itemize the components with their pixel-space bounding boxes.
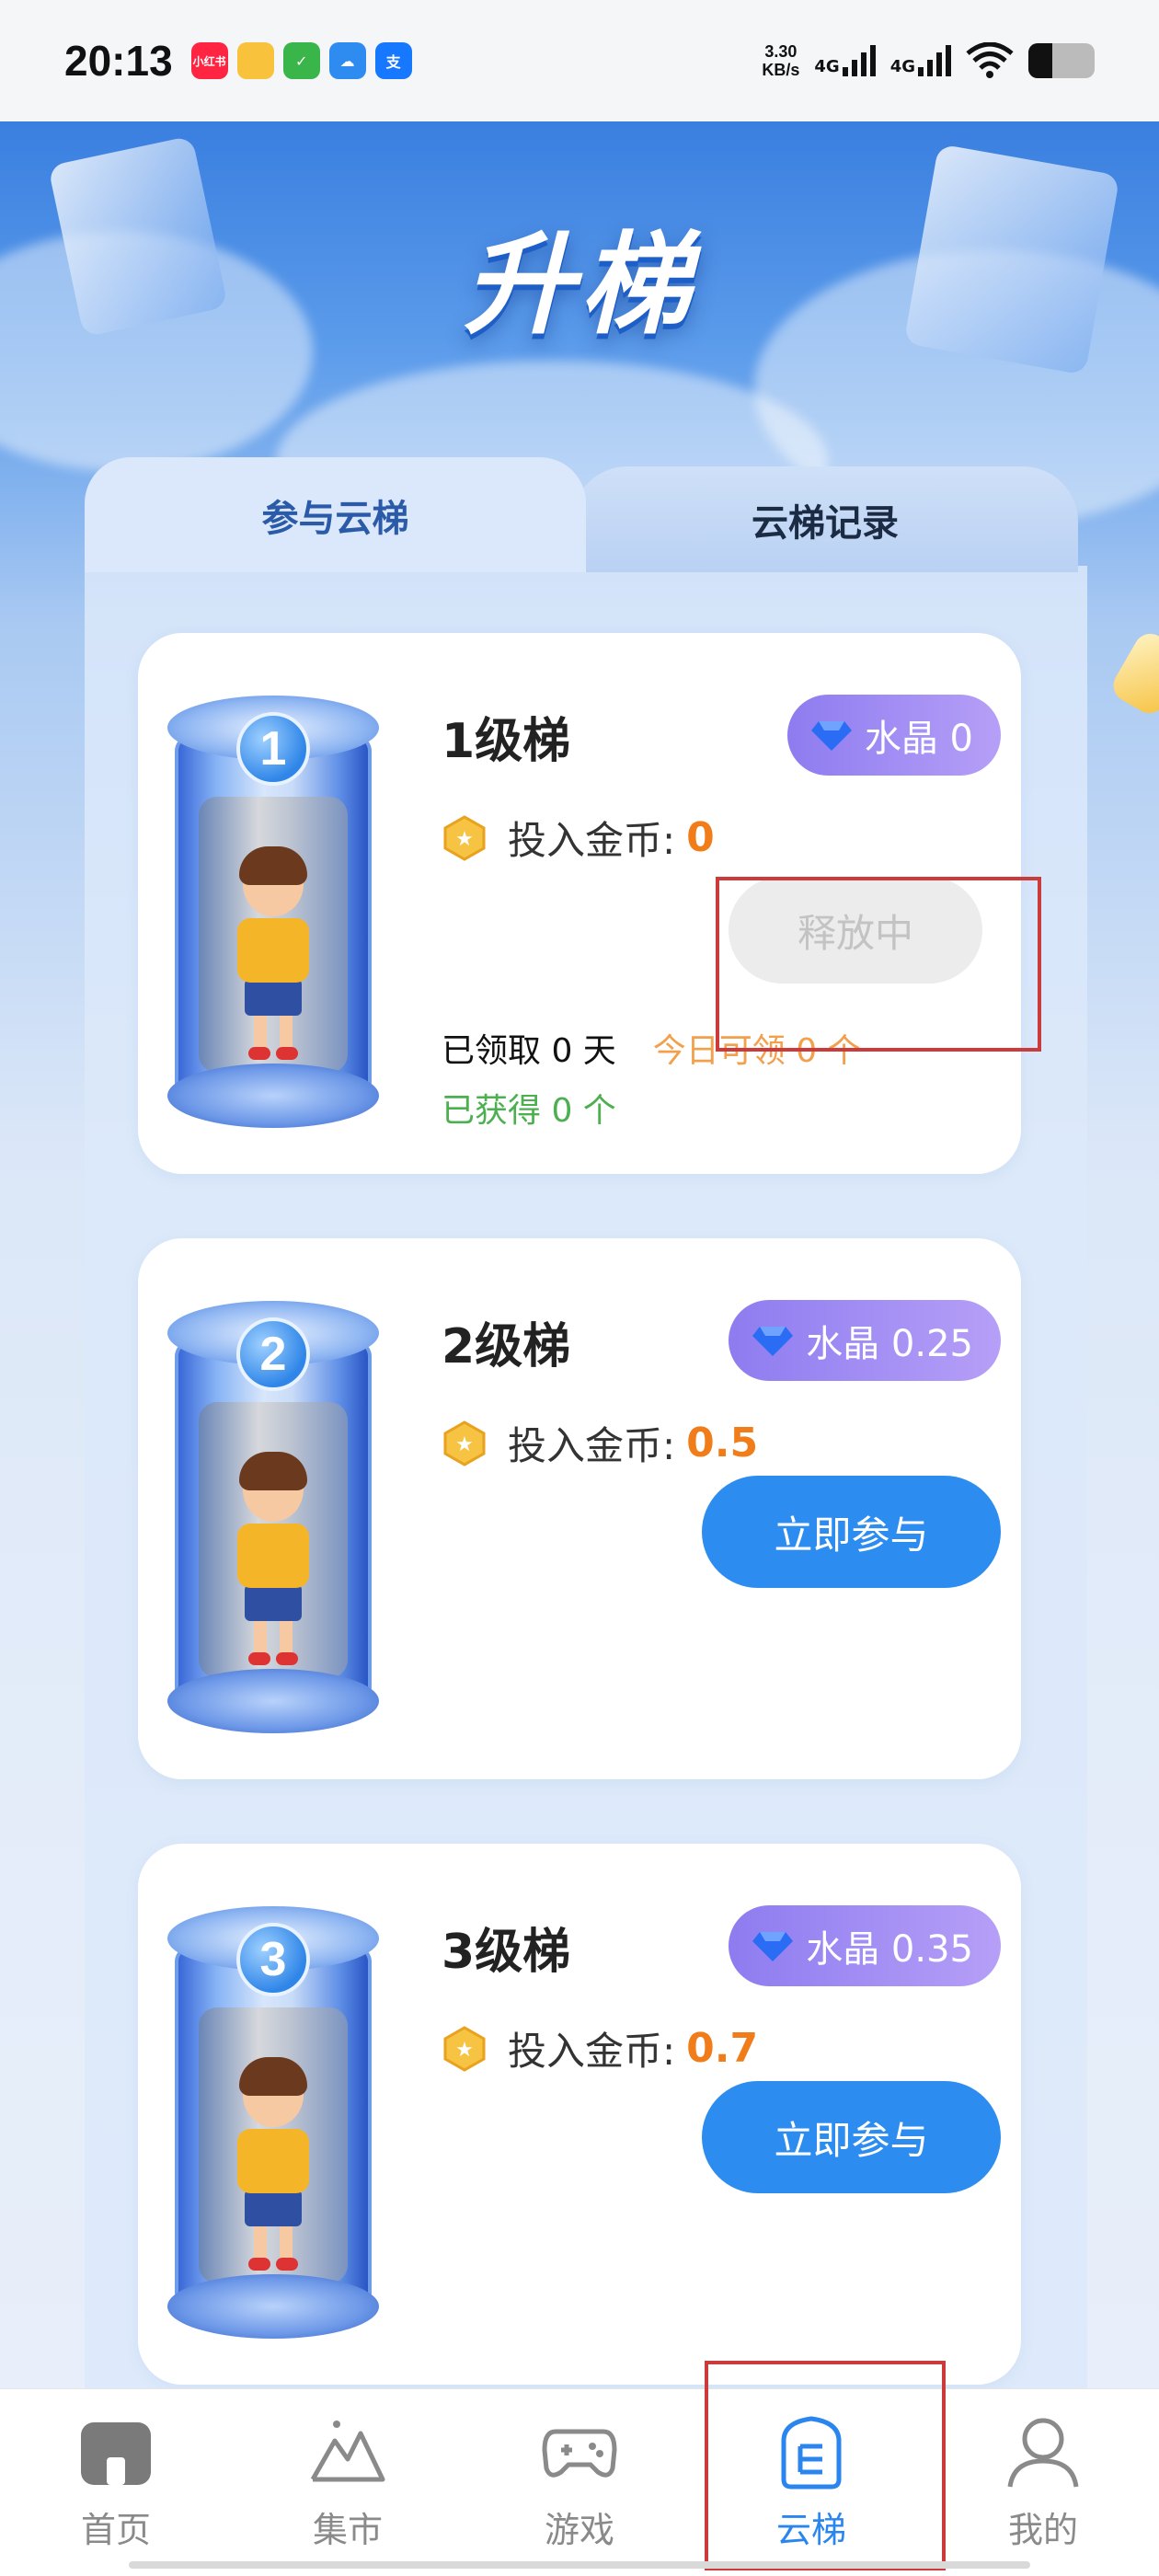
crystal-badge: 水晶 0.35 (729, 1905, 1001, 1986)
xiaohongshu-icon: 小红书 (190, 42, 228, 79)
coin-label: 投入金币: (508, 1423, 676, 1468)
svg-text:★: ★ (455, 828, 474, 851)
page-title: 升梯 (464, 222, 695, 350)
boy-character (232, 1452, 315, 1669)
diamond-icon (752, 1327, 794, 1356)
tab-join-ladder[interactable]: 参与云梯 (85, 457, 586, 572)
signal-1: 4G (814, 45, 876, 76)
coin-value: 0 (686, 814, 715, 861)
coin-row: ★ 投入金币: 0 (442, 810, 715, 866)
home-indicator (129, 2561, 1030, 2569)
boy-character (232, 2057, 315, 2274)
level-number-badge: 3 (236, 1923, 310, 1996)
signal-2-label: 4G (889, 57, 915, 76)
signal-1-label: 4G (814, 57, 840, 76)
status-right: 3.30 KB/s 4G 4G (762, 42, 1095, 79)
nav-profile[interactable]: 我的 (927, 2389, 1159, 2576)
tab-ladder-records[interactable]: 云梯记录 (572, 466, 1078, 572)
coin-label: 投入金币: (508, 2029, 676, 2074)
nav-market-label: 集市 (312, 2510, 383, 2550)
tab-bar: 云梯记录 参与云梯 (85, 457, 1078, 572)
cloud-icon: ☁ (328, 42, 366, 79)
crystal-label: 水晶 0 (864, 718, 973, 760)
battery-icon (1028, 43, 1095, 78)
highlight-box (705, 2361, 946, 2570)
nav-profile-label: 我的 (1007, 2510, 1078, 2550)
status-bar: 20:13 小红书 ✓ ☁ 支 3.30 KB/s 4G 4G (0, 0, 1159, 121)
home-icon (81, 2422, 151, 2485)
ladder-title: 3级梯 (442, 1925, 571, 1980)
coin-icon: ★ (443, 1420, 486, 1466)
crystal-label: 水晶 0.35 (806, 1928, 973, 1971)
ladder-title: 1级梯 (442, 714, 571, 769)
wifi-icon (966, 42, 1014, 78)
ladder-card-3: 3 3级梯 水晶 0.35 ★ 投入金币: 0.7 立即参与 (138, 1844, 1021, 2385)
coin-value: 0.7 (686, 2025, 759, 2072)
mountain-icon (310, 2421, 385, 2482)
user-icon (1007, 2418, 1079, 2488)
coin-row: ★ 投入金币: 0.7 (442, 2020, 758, 2076)
gamepad-icon (542, 2429, 617, 2478)
net-speed-unit: KB/s (762, 61, 800, 79)
nav-market[interactable]: 集市 (232, 2389, 464, 2576)
coin-value: 0.5 (686, 1420, 759, 1466)
bottom-nav: 首页 集市 游戏 云梯 我的 (0, 2388, 1159, 2576)
elevator-image: 1 (167, 696, 379, 1128)
svg-text:★: ★ (455, 1433, 474, 1456)
net-speed: 3.30 KB/s (762, 42, 799, 79)
gift-box-decoration (1107, 627, 1159, 719)
crystal-badge: 水晶 0.25 (729, 1300, 1001, 1381)
signal-2: 4G (890, 45, 951, 76)
nav-games-label: 游戏 (544, 2510, 614, 2550)
tasks-icon: ✓ (282, 42, 320, 79)
nav-games[interactable]: 游戏 (464, 2389, 695, 2576)
status-time: 20:13 (64, 37, 173, 85)
svg-text:★: ★ (455, 2039, 474, 2062)
signal-bars-icon (842, 45, 876, 76)
diamond-icon (810, 721, 852, 751)
join-now-button[interactable]: 立即参与 (702, 1476, 1001, 1588)
boy-character (232, 846, 315, 1064)
coin-icon: ★ (443, 2025, 486, 2072)
crystal-label: 水晶 0.25 (806, 1323, 973, 1365)
nav-home[interactable]: 首页 (0, 2389, 232, 2576)
level-number-badge: 1 (236, 712, 310, 786)
highlight-box (716, 877, 1041, 1052)
nav-home-label: 首页 (80, 2510, 151, 2550)
elevator-image: 3 (167, 1906, 379, 2339)
coin-label: 投入金币: (508, 818, 676, 863)
ladder-title: 2级梯 (442, 1319, 571, 1374)
files-icon (236, 42, 274, 79)
level-number-badge: 2 (236, 1317, 310, 1391)
alipay-icon: 支 (374, 42, 412, 79)
claimed-days: 已领取 0 天 (442, 1032, 616, 1070)
status-app-icons: 小红书 ✓ ☁ 支 (190, 42, 412, 79)
signal-bars-icon (918, 45, 951, 76)
ladder-card-2: 2 2级梯 水晶 0.25 ★ 投入金币: 0.5 立即参与 (138, 1238, 1021, 1779)
elevator-image: 2 (167, 1301, 379, 1733)
crystal-badge: 水晶 0 (786, 695, 1001, 776)
earned-count: 已获得 0 个 (442, 1092, 616, 1130)
net-speed-value: 3.30 (764, 42, 798, 61)
coin-icon: ★ (443, 814, 486, 861)
join-now-button[interactable]: 立即参与 (702, 2081, 1001, 2193)
coin-row: ★ 投入金币: 0.5 (442, 1415, 758, 1471)
diamond-icon (752, 1932, 794, 1961)
